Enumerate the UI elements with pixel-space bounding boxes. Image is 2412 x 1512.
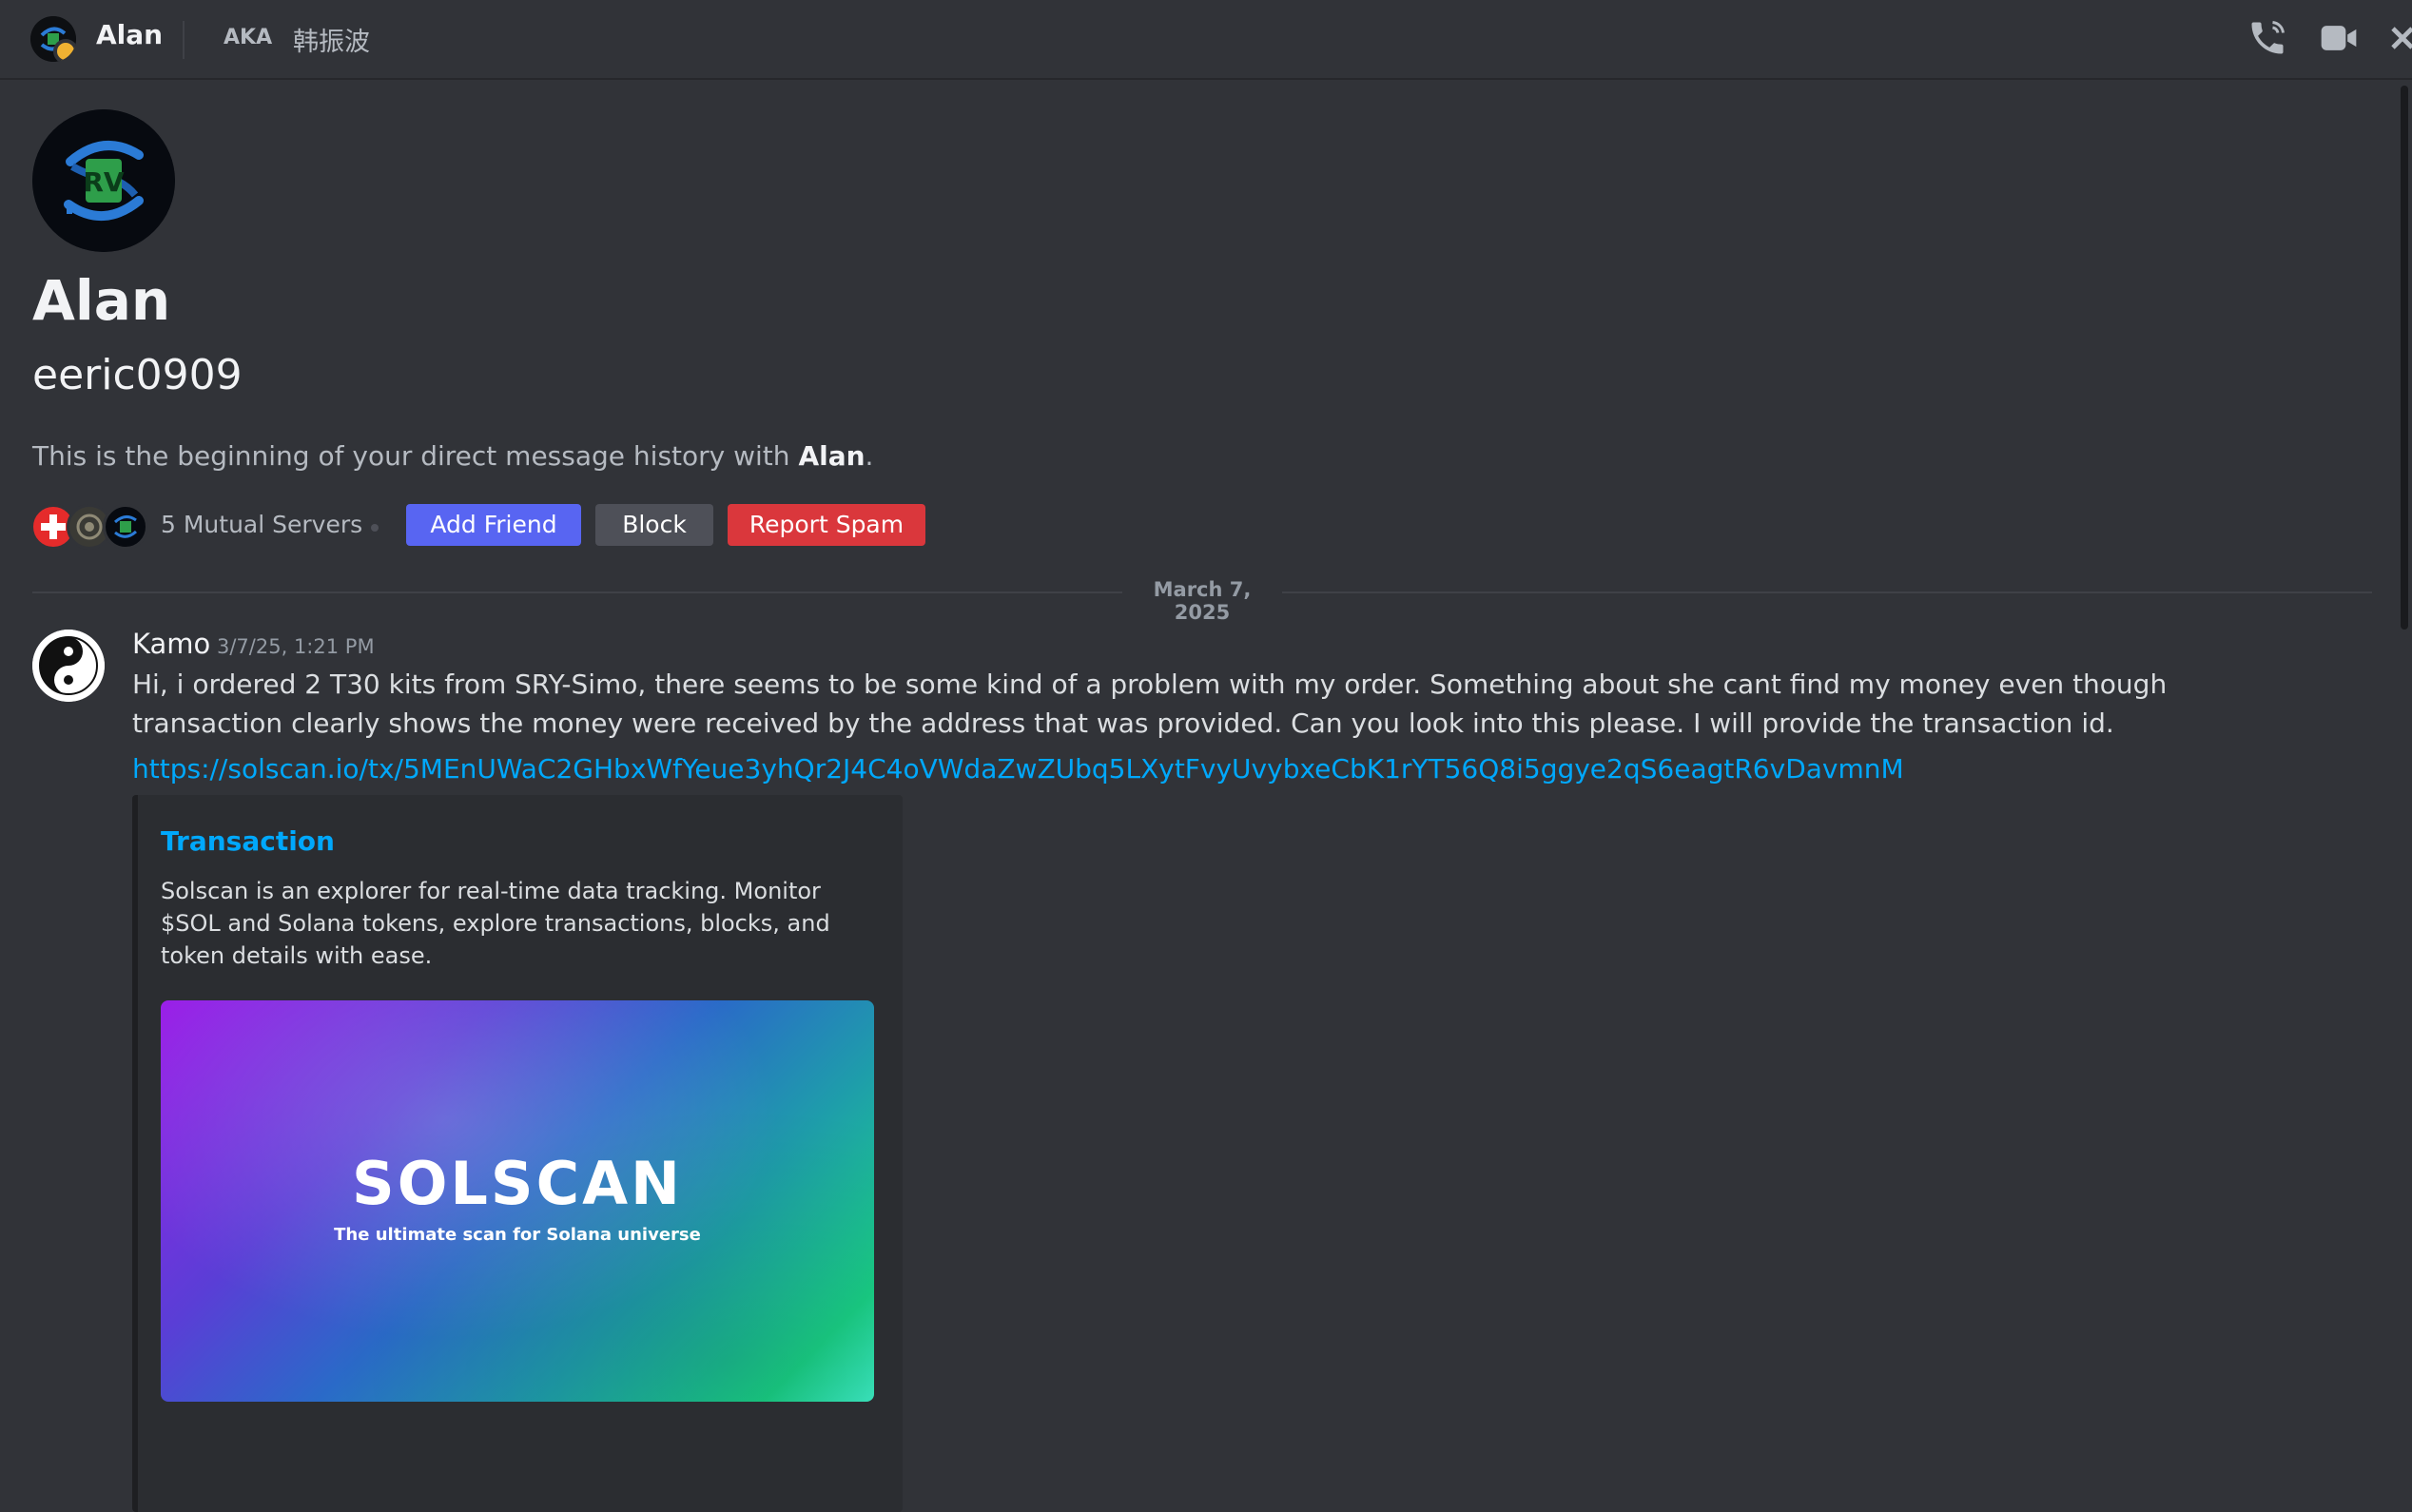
scrollbar[interactable] [2401,86,2408,630]
solscan-logo: SOLSCAN [352,1149,683,1218]
mutual-servers-link[interactable]: 5 Mutual Servers [161,511,362,538]
header-avatar[interactable] [30,16,76,62]
header-name: Alan [96,19,164,50]
svg-text:RV: RV [83,166,125,198]
dm-header: Alan AKA 韩振波 [0,0,2412,80]
embed-image[interactable]: SOLSCAN The ultimate scan for Solana uni… [161,1000,874,1402]
link-embed: Transaction Solscan is an explorer for r… [132,795,903,1512]
status-indicator [53,39,76,62]
add-friend-button[interactable]: Add Friend [406,504,581,546]
intro-suffix: . [865,440,874,472]
message-content: Hi, i ordered 2 T30 kits from SRY-Simo, … [132,669,2168,739]
mutual-server-icons[interactable] [30,504,148,550]
call-icon[interactable] [2247,17,2288,63]
date-divider-label: March 7, 2025 [1122,578,1282,624]
header-divider [183,21,185,59]
aka-label: AKA [224,26,273,49]
aka-name: 韩振波 [293,28,370,57]
block-button[interactable]: Block [595,504,713,546]
rv-logo-icon: RV [32,109,175,252]
profile-display-name: Alan [32,268,171,333]
intro-name: Alan [798,440,866,472]
embed-title[interactable]: Transaction [161,825,335,857]
solscan-tagline: The ultimate scan for Solana universe [334,1225,701,1245]
rv-server-icon [103,504,148,550]
message-author-avatar[interactable] [32,630,105,702]
separator-dot [371,524,379,532]
intro-prefix: This is the beginning of your direct mes… [32,440,799,472]
report-spam-button[interactable]: Report Spam [728,504,925,546]
message-author-name[interactable]: Kamo [132,628,210,660]
video-icon[interactable] [2317,17,2361,63]
message-timestamp: 3/7/25, 1:21 PM [217,635,375,658]
yin-yang-icon [32,630,105,702]
close-icon[interactable] [2389,23,2412,59]
message-link[interactable]: https://solscan.io/tx/5MEnUWaC2GHbxWfYeu… [132,753,1904,785]
dm-content: RV Alan eeric0909 This is the beginning … [0,82,2412,1512]
profile-username: eeric0909 [32,351,243,399]
dm-intro-text: This is the beginning of your direct mes… [32,440,873,472]
profile-avatar[interactable]: RV [32,109,175,252]
embed-description: Solscan is an explorer for real-time dat… [161,878,830,969]
